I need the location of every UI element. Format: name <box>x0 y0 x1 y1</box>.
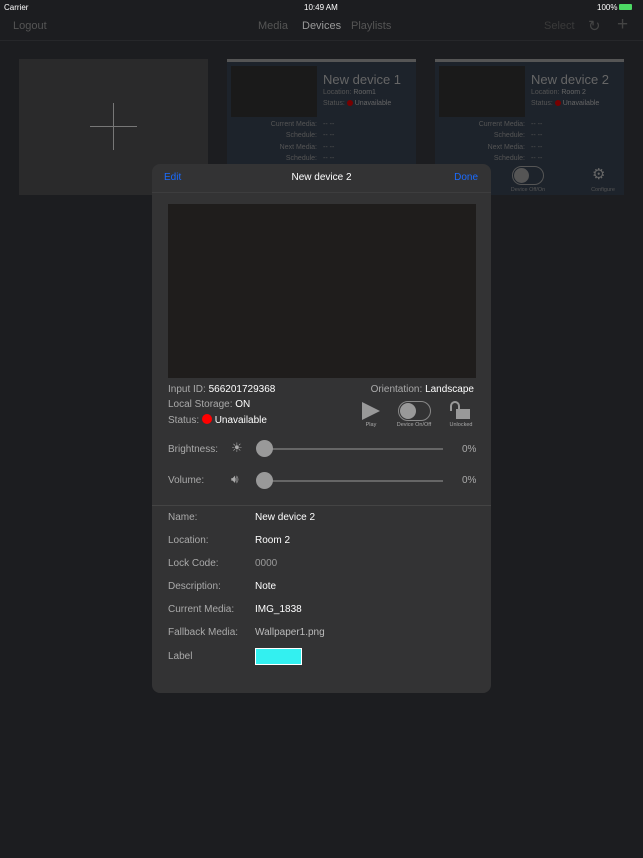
status-value: Unavailable <box>562 100 600 107</box>
carrier: Carrier <box>4 3 29 12</box>
location-label: Location: <box>531 89 560 96</box>
schedule-label: Schedule: <box>493 132 525 139</box>
label-color-swatch[interactable] <box>255 648 302 665</box>
tab-playlists[interactable]: Playlists <box>351 20 391 32</box>
schedule-label: Schedule: <box>285 132 317 139</box>
location-label: Location: <box>168 535 209 546</box>
toggle-label: Device Off/On <box>510 187 546 193</box>
lock-label: Unlocked <box>449 422 473 428</box>
label-color-label: Label <box>168 651 193 662</box>
description-label: Description: <box>168 581 221 592</box>
device-thumbnail <box>231 66 317 117</box>
name-field[interactable]: New device 2 <box>255 512 315 523</box>
volume-label: Volume: <box>168 475 205 486</box>
add-icon[interactable]: + <box>617 14 628 36</box>
description-field[interactable]: Note <box>255 581 276 592</box>
current-media-label: Current Media: <box>478 121 525 128</box>
clock: 10:49 AM <box>304 3 338 12</box>
fallback-media-field[interactable]: Wallpaper1.png <box>255 627 325 638</box>
input-id-value: 566201729368 <box>208 384 276 395</box>
current-media-label: Current Media: <box>270 121 317 128</box>
status-label: Status: <box>531 100 553 107</box>
location-value: Room 2 <box>561 89 586 96</box>
volume-icon: 🔊︎ <box>231 472 239 486</box>
status-dot <box>346 100 353 107</box>
input-id-label: Input ID: <box>168 384 206 395</box>
battery-percent: 100% <box>597 3 618 12</box>
logout-button[interactable]: Logout <box>13 20 47 32</box>
status-label: Status: <box>323 100 345 107</box>
current-media-label: Current Media: <box>168 604 235 615</box>
orientation-label: Orientation: <box>370 384 423 395</box>
current-media-value: -- -- <box>323 121 335 128</box>
status-dot <box>201 414 212 424</box>
next-media-value: -- -- <box>531 144 543 151</box>
section-divider <box>152 505 491 506</box>
lock-code-field[interactable]: 0000 <box>255 558 277 569</box>
battery-icon <box>619 4 632 10</box>
play-icon[interactable] <box>362 402 380 420</box>
next-schedule-label: Schedule: <box>285 155 317 162</box>
name-label: Name: <box>168 512 198 523</box>
select-button[interactable]: Select <box>544 20 575 32</box>
modal-title: New device 2 <box>291 172 352 183</box>
device-location: Location: Room 2 <box>531 89 586 96</box>
next-schedule-value: -- -- <box>531 155 543 162</box>
volume-slider-track[interactable] <box>264 480 443 482</box>
schedule-value: -- -- <box>531 132 543 139</box>
device-toggle[interactable] <box>512 166 544 185</box>
brightness-value: 0% <box>462 444 477 455</box>
status-value: Unavailable <box>214 415 267 426</box>
configure-label: Configure <box>591 187 615 193</box>
current-media-field[interactable]: IMG_1838 <box>255 604 302 615</box>
device-name: New device 2 <box>531 72 610 87</box>
next-media-label: Next Media: <box>487 144 525 151</box>
nav-divider <box>0 40 643 41</box>
volume-slider-knob[interactable] <box>256 472 273 489</box>
brightness-icon: ☀ <box>231 440 243 455</box>
device-status: Status: Unavailable <box>323 100 391 107</box>
media-preview <box>168 204 476 378</box>
status-dot <box>554 100 561 107</box>
location-value: Room1 <box>353 89 376 96</box>
volume-value: 0% <box>462 475 477 486</box>
storage-label: Local Storage: <box>168 399 233 410</box>
brightness-slider-track[interactable] <box>264 448 443 450</box>
tab-media[interactable]: Media <box>258 20 288 32</box>
unlocked-icon[interactable] <box>450 401 472 421</box>
status-label: Status: <box>168 415 200 426</box>
plus-icon-h <box>90 126 137 127</box>
device-on-off-toggle[interactable] <box>398 401 431 421</box>
next-schedule-label: Schedule: <box>493 155 525 162</box>
location-label: Location: <box>323 89 352 96</box>
play-label: Play <box>365 422 377 428</box>
storage-value: ON <box>235 399 251 410</box>
brightness-label: Brightness: <box>168 444 219 455</box>
brightness-slider-knob[interactable] <box>256 440 273 457</box>
lock-code-label: Lock Code: <box>168 558 219 569</box>
next-schedule-value: -- -- <box>323 155 335 162</box>
done-button[interactable]: Done <box>454 172 478 183</box>
next-media-label: Next Media: <box>279 144 317 151</box>
current-media-value: -- -- <box>531 121 543 128</box>
device-status: Status: Unavailable <box>531 100 599 107</box>
refresh-icon[interactable]: ↻ <box>588 17 601 35</box>
device-location: Location: Room1 <box>323 89 376 96</box>
location-field[interactable]: Room 2 <box>255 535 290 546</box>
device-thumbnail <box>439 66 525 117</box>
fallback-media-label: Fallback Media: <box>168 627 239 638</box>
orientation-value: Landscape <box>425 384 474 395</box>
device-toggle-label: Device On/Off <box>396 422 432 428</box>
schedule-value: -- -- <box>323 132 335 139</box>
tab-devices[interactable]: Devices <box>302 20 341 32</box>
next-media-value: -- -- <box>323 144 335 151</box>
header-divider <box>152 192 491 193</box>
configure-gear-icon[interactable]: ⚙ <box>592 165 605 183</box>
status-value: Unavailable <box>354 100 392 107</box>
device-detail-modal: Edit New device 2 Done Input ID: 5662017… <box>152 164 491 693</box>
device-name: New device 1 <box>323 72 402 87</box>
